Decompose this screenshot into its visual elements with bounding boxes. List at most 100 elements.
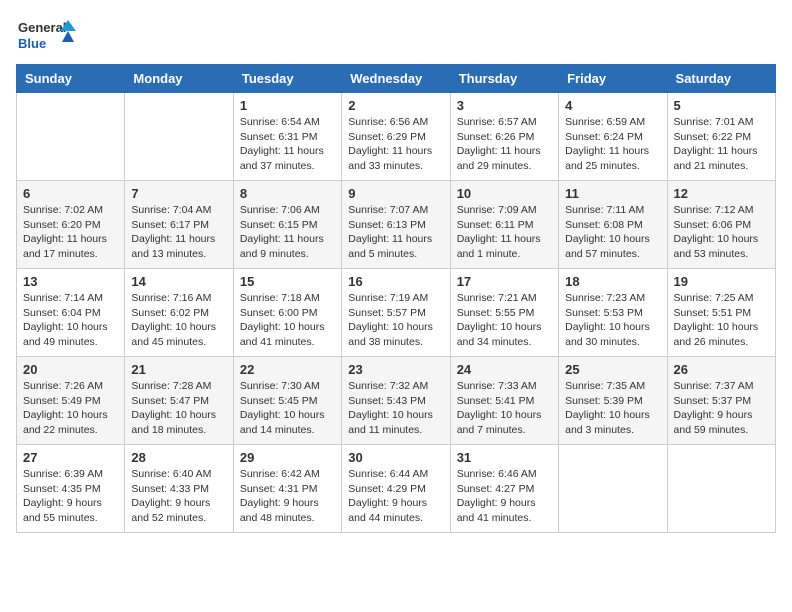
- calendar-cell: 4 Sunrise: 6:59 AM Sunset: 6:24 PM Daylig…: [559, 93, 667, 181]
- day-number: 16: [348, 274, 443, 289]
- logo: General Blue: [16, 16, 76, 56]
- day-info: Sunrise: 7:21 AM Sunset: 5:55 PM Dayligh…: [457, 291, 552, 350]
- week-row-5: 27 Sunrise: 6:39 AM Sunset: 4:35 PM Dayli…: [17, 445, 776, 533]
- day-info: Sunrise: 7:23 AM Sunset: 5:53 PM Dayligh…: [565, 291, 660, 350]
- calendar-cell: 6 Sunrise: 7:02 AM Sunset: 6:20 PM Daylig…: [17, 181, 125, 269]
- calendar-cell: 10 Sunrise: 7:09 AM Sunset: 6:11 PM Dayli…: [450, 181, 558, 269]
- day-number: 28: [131, 450, 226, 465]
- calendar-cell: 17 Sunrise: 7:21 AM Sunset: 5:55 PM Dayli…: [450, 269, 558, 357]
- day-info: Sunrise: 7:06 AM Sunset: 6:15 PM Dayligh…: [240, 203, 335, 262]
- day-info: Sunrise: 7:14 AM Sunset: 6:04 PM Dayligh…: [23, 291, 118, 350]
- calendar-cell: 5 Sunrise: 7:01 AM Sunset: 6:22 PM Daylig…: [667, 93, 775, 181]
- day-info: Sunrise: 7:07 AM Sunset: 6:13 PM Dayligh…: [348, 203, 443, 262]
- day-number: 26: [674, 362, 769, 377]
- day-number: 11: [565, 186, 660, 201]
- day-number: 31: [457, 450, 552, 465]
- calendar-cell: [559, 445, 667, 533]
- day-info: Sunrise: 7:11 AM Sunset: 6:08 PM Dayligh…: [565, 203, 660, 262]
- calendar-cell: 26 Sunrise: 7:37 AM Sunset: 5:37 PM Dayli…: [667, 357, 775, 445]
- day-info: Sunrise: 6:44 AM Sunset: 4:29 PM Dayligh…: [348, 467, 443, 526]
- day-number: 17: [457, 274, 552, 289]
- day-number: 30: [348, 450, 443, 465]
- calendar-cell: 3Sunrise: 6:57 AM Sunset: 6:26 PM Daylig…: [450, 93, 558, 181]
- day-info: Sunrise: 7:28 AM Sunset: 5:47 PM Dayligh…: [131, 379, 226, 438]
- day-info: Sunrise: 6:56 AM Sunset: 6:29 PM Dayligh…: [348, 115, 443, 174]
- weekday-header-friday: Friday: [559, 65, 667, 93]
- day-info: Sunrise: 6:39 AM Sunset: 4:35 PM Dayligh…: [23, 467, 118, 526]
- day-info: Sunrise: 7:25 AM Sunset: 5:51 PM Dayligh…: [674, 291, 769, 350]
- svg-text:Blue: Blue: [18, 36, 46, 51]
- calendar-cell: [17, 93, 125, 181]
- calendar-cell: 23Sunrise: 7:32 AM Sunset: 5:43 PM Dayli…: [342, 357, 450, 445]
- day-number: 27: [23, 450, 118, 465]
- weekday-header-thursday: Thursday: [450, 65, 558, 93]
- calendar-cell: 9 Sunrise: 7:07 AM Sunset: 6:13 PM Daylig…: [342, 181, 450, 269]
- day-info: Sunrise: 7:33 AM Sunset: 5:41 PM Dayligh…: [457, 379, 552, 438]
- day-number: 6: [23, 186, 118, 201]
- day-info: Sunrise: 6:42 AM Sunset: 4:31 PM Dayligh…: [240, 467, 335, 526]
- day-info: Sunrise: 7:12 AM Sunset: 6:06 PM Dayligh…: [674, 203, 769, 262]
- day-info: Sunrise: 6:40 AM Sunset: 4:33 PM Dayligh…: [131, 467, 226, 526]
- calendar-cell: 27 Sunrise: 6:39 AM Sunset: 4:35 PM Dayli…: [17, 445, 125, 533]
- calendar-cell: 8 Sunrise: 7:06 AM Sunset: 6:15 PM Daylig…: [233, 181, 341, 269]
- day-number: 4: [565, 98, 660, 113]
- day-info: Sunrise: 7:09 AM Sunset: 6:11 PM Dayligh…: [457, 203, 552, 262]
- day-number: 25: [565, 362, 660, 377]
- logo-svg: General Blue: [16, 16, 76, 56]
- day-info: Sunrise: 6:57 AM Sunset: 6:26 PM Dayligh…: [457, 115, 552, 174]
- week-row-4: 20 Sunrise: 7:26 AM Sunset: 5:49 PM Dayli…: [17, 357, 776, 445]
- day-number: 23: [348, 362, 443, 377]
- calendar-cell: 30 Sunrise: 6:44 AM Sunset: 4:29 PM Dayli…: [342, 445, 450, 533]
- calendar-cell: 24Sunrise: 7:33 AM Sunset: 5:41 PM Dayli…: [450, 357, 558, 445]
- day-number: 9: [348, 186, 443, 201]
- day-info: Sunrise: 7:19 AM Sunset: 5:57 PM Dayligh…: [348, 291, 443, 350]
- day-number: 18: [565, 274, 660, 289]
- day-number: 13: [23, 274, 118, 289]
- day-info: Sunrise: 7:16 AM Sunset: 6:02 PM Dayligh…: [131, 291, 226, 350]
- day-info: Sunrise: 7:26 AM Sunset: 5:49 PM Dayligh…: [23, 379, 118, 438]
- calendar-cell: 16 Sunrise: 7:19 AM Sunset: 5:57 PM Dayli…: [342, 269, 450, 357]
- weekday-header-saturday: Saturday: [667, 65, 775, 93]
- calendar-cell: 7 Sunrise: 7:04 AM Sunset: 6:17 PM Daylig…: [125, 181, 233, 269]
- calendar-cell: 15 Sunrise: 7:18 AM Sunset: 6:00 PM Dayli…: [233, 269, 341, 357]
- calendar-cell: 20 Sunrise: 7:26 AM Sunset: 5:49 PM Dayli…: [17, 357, 125, 445]
- day-info: Sunrise: 6:59 AM Sunset: 6:24 PM Dayligh…: [565, 115, 660, 174]
- day-info: Sunrise: 7:37 AM Sunset: 5:37 PM Dayligh…: [674, 379, 769, 438]
- calendar-cell: 12Sunrise: 7:12 AM Sunset: 6:06 PM Dayli…: [667, 181, 775, 269]
- svg-text:General: General: [18, 20, 66, 35]
- calendar-cell: 14Sunrise: 7:16 AM Sunset: 6:02 PM Dayli…: [125, 269, 233, 357]
- weekday-header-sunday: Sunday: [17, 65, 125, 93]
- calendar-cell: 25 Sunrise: 7:35 AM Sunset: 5:39 PM Dayli…: [559, 357, 667, 445]
- calendar-cell: 21 Sunrise: 7:28 AM Sunset: 5:47 PM Dayli…: [125, 357, 233, 445]
- calendar-cell: 1Sunrise: 6:54 AM Sunset: 6:31 PM Daylig…: [233, 93, 341, 181]
- calendar-cell: 28 Sunrise: 6:40 AM Sunset: 4:33 PM Dayli…: [125, 445, 233, 533]
- day-number: 8: [240, 186, 335, 201]
- day-number: 15: [240, 274, 335, 289]
- weekday-header-monday: Monday: [125, 65, 233, 93]
- day-number: 5: [674, 98, 769, 113]
- day-number: 22: [240, 362, 335, 377]
- calendar-cell: [125, 93, 233, 181]
- day-info: Sunrise: 7:02 AM Sunset: 6:20 PM Dayligh…: [23, 203, 118, 262]
- day-number: 7: [131, 186, 226, 201]
- day-number: 29: [240, 450, 335, 465]
- calendar-table: SundayMondayTuesdayWednesdayThursdayFrid…: [16, 64, 776, 533]
- day-number: 2: [348, 98, 443, 113]
- calendar-cell: 11 Sunrise: 7:11 AM Sunset: 6:08 PM Dayli…: [559, 181, 667, 269]
- day-number: 21: [131, 362, 226, 377]
- calendar-cell: [667, 445, 775, 533]
- day-info: Sunrise: 7:18 AM Sunset: 6:00 PM Dayligh…: [240, 291, 335, 350]
- week-row-3: 13 Sunrise: 7:14 AM Sunset: 6:04 PM Dayli…: [17, 269, 776, 357]
- day-number: 1: [240, 98, 335, 113]
- day-info: Sunrise: 7:01 AM Sunset: 6:22 PM Dayligh…: [674, 115, 769, 174]
- day-number: 20: [23, 362, 118, 377]
- day-info: Sunrise: 7:04 AM Sunset: 6:17 PM Dayligh…: [131, 203, 226, 262]
- weekday-header-tuesday: Tuesday: [233, 65, 341, 93]
- weekday-header-wednesday: Wednesday: [342, 65, 450, 93]
- day-info: Sunrise: 6:46 AM Sunset: 4:27 PM Dayligh…: [457, 467, 552, 526]
- day-info: Sunrise: 7:35 AM Sunset: 5:39 PM Dayligh…: [565, 379, 660, 438]
- calendar-cell: 18 Sunrise: 7:23 AM Sunset: 5:53 PM Dayli…: [559, 269, 667, 357]
- day-number: 10: [457, 186, 552, 201]
- calendar-cell: 2 Sunrise: 6:56 AM Sunset: 6:29 PM Daylig…: [342, 93, 450, 181]
- week-row-1: 1Sunrise: 6:54 AM Sunset: 6:31 PM Daylig…: [17, 93, 776, 181]
